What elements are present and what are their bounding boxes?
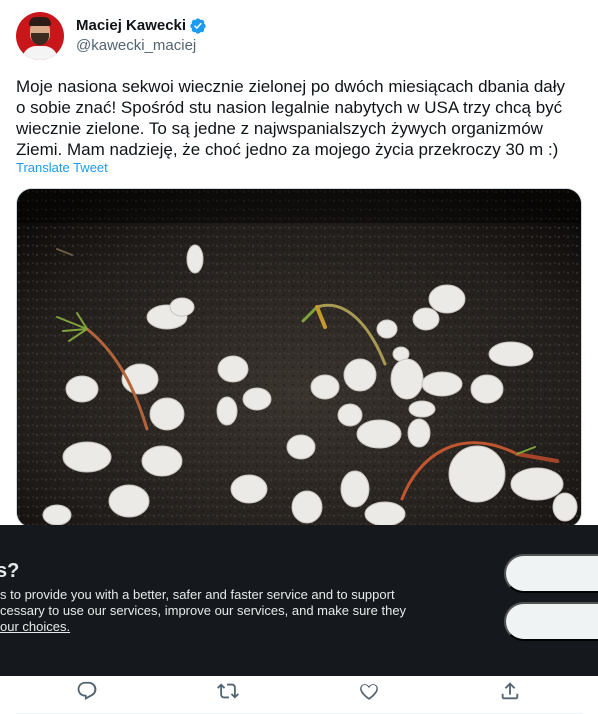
tweet-actions: [0, 676, 598, 704]
avatar[interactable]: [16, 12, 64, 60]
user-handle[interactable]: @kawecki_maciej: [76, 36, 207, 56]
user-info: Maciej Kawecki @kawecki_maciej: [76, 16, 207, 56]
share-icon[interactable]: [499, 680, 521, 702]
refuse-cookies-button[interactable]: [504, 602, 598, 641]
seedlings-photo: [17, 189, 581, 527]
tweet-text: Moje nasiona sekwoi wiecznie zielonej po…: [16, 77, 566, 159]
cookie-choices-link[interactable]: our choices.: [0, 619, 70, 634]
accept-cookies-button[interactable]: [504, 554, 598, 593]
like-icon[interactable]: [358, 680, 380, 702]
cookie-consent-banner: s? s to provide you with a better, safer…: [0, 525, 598, 676]
reply-icon[interactable]: [76, 680, 98, 702]
retweet-icon[interactable]: [217, 680, 239, 702]
tweet-header: Maciej Kawecki @kawecki_maciej: [16, 12, 582, 60]
translate-tweet-link[interactable]: Translate Tweet: [16, 160, 108, 175]
tweet-photo[interactable]: [16, 188, 582, 528]
display-name[interactable]: Maciej Kawecki: [76, 16, 186, 36]
verified-badge-icon: [190, 18, 206, 34]
cookie-banner-text: s to provide you with a better, safer an…: [0, 587, 407, 634]
cookie-banner-title: s?: [0, 560, 20, 582]
